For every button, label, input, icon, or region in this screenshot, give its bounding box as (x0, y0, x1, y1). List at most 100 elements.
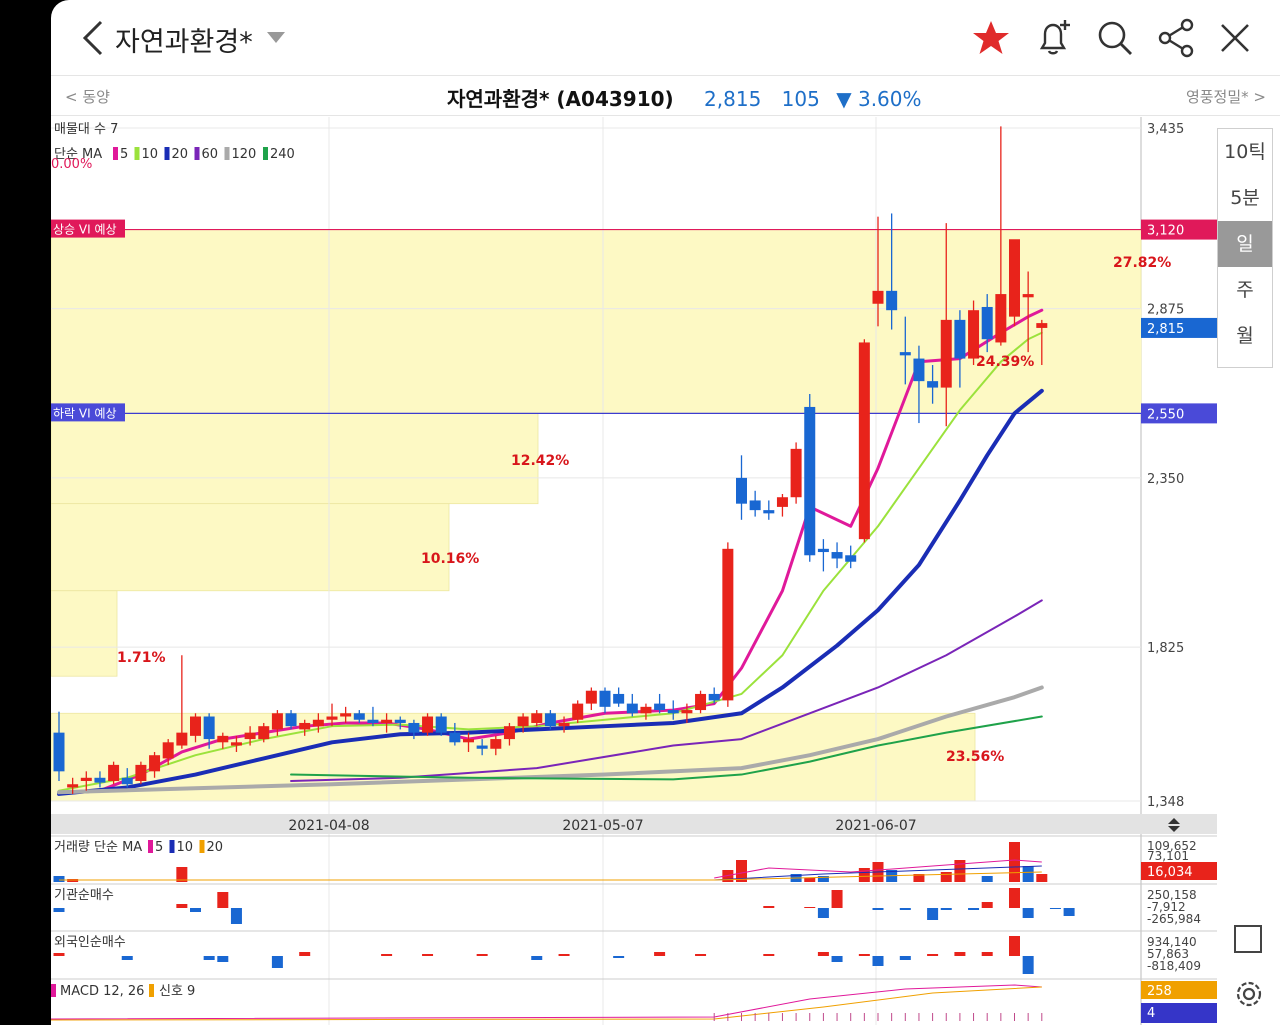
inst_panel-bar (872, 908, 884, 910)
price-axis-label: 1,825 (1147, 641, 1184, 656)
candle-body (312, 719, 324, 727)
candle-body (162, 742, 174, 759)
inst_panel-bar (1022, 908, 1034, 918)
foreign_panel-label: 외국인순매수 (54, 935, 126, 950)
foreign_panel-bar (872, 956, 884, 966)
candle-body (476, 745, 488, 749)
candle-body (121, 777, 133, 785)
macd-value: 258 (1147, 984, 1172, 999)
price-axis-label: 3,435 (1147, 122, 1184, 137)
foreign_panel-bar (858, 954, 870, 956)
date-tick-label: 2021-05-07 (562, 818, 643, 834)
volume-profile-box (51, 412, 539, 505)
period-button-0[interactable]: 10틱 (1218, 129, 1272, 175)
candle-body (626, 703, 638, 714)
candle-body (804, 406, 816, 556)
foreign_panel-bar (558, 954, 570, 956)
ma-legend-period: 20 (172, 147, 189, 162)
search-icon[interactable] (1093, 16, 1137, 60)
upper-vi-label: 상승 VI 예상 (53, 223, 117, 237)
macd-legend-swatch (51, 984, 56, 997)
inst_panel-bar (53, 908, 65, 912)
volume-bar (53, 876, 65, 882)
volume-legend-period: 5 (155, 840, 163, 855)
volume-bar (858, 868, 870, 882)
foreign_panel-bar (203, 956, 215, 960)
price-axis-label: 2,875 (1147, 303, 1184, 318)
candle-body (681, 710, 693, 714)
volume-profile-legend: 매물대 수 7 (54, 122, 118, 137)
foreign_panel-bar (217, 956, 229, 962)
current-price-axis: 2,815 (1147, 322, 1184, 337)
inst_panel-bar (981, 902, 993, 908)
candle-body (394, 719, 406, 723)
bell-add-icon[interactable] (1031, 16, 1075, 60)
square-toggle-icon[interactable] (1234, 925, 1262, 953)
volume-profile-percent: 1.71% (117, 650, 166, 666)
period-button-4[interactable]: 월 (1218, 313, 1272, 359)
ma-legend-swatch (224, 147, 230, 160)
candle-body (94, 777, 106, 783)
change-percent: 3.60% (857, 87, 922, 111)
foreign_panel-bar (121, 956, 133, 960)
next-stock-link[interactable]: 영풍정밀* > (1186, 86, 1266, 107)
candle-body (790, 448, 802, 498)
stock-title[interactable]: 자연과환경* (115, 20, 253, 59)
zero-percent-label: 0.00% (51, 157, 92, 172)
volume-legend-period: 10 (177, 840, 194, 855)
gear-icon[interactable] (1231, 976, 1267, 1012)
volume-profile-percent: 23.56% (946, 749, 1004, 765)
period-button-2[interactable]: 일 (1218, 221, 1272, 267)
ma-legend-period: 240 (270, 147, 295, 162)
stock-chart[interactable]: 3,435 2,875 2,350 1,825 1,348 3,120 2,550 2,815… (51, 117, 1280, 1025)
inst_panel-bar (968, 908, 980, 910)
period-selector: 10틱 5분 일 주 월 (1217, 128, 1273, 368)
candle-body (1036, 323, 1048, 328)
candle-body (708, 693, 720, 701)
upper-vi-price: 3,120 (1147, 224, 1184, 239)
stock-summary: 자연과환경* (A043910) 2,815 105 ▼ 3.60% (447, 83, 922, 112)
candle-body (80, 777, 92, 782)
back-icon[interactable] (75, 18, 115, 58)
candle-body (763, 510, 775, 514)
prev-stock-link[interactable]: < 동양 (65, 86, 110, 107)
candle-body (53, 732, 65, 772)
foreign_panel-bar (271, 956, 283, 968)
period-button-3[interactable]: 주 (1218, 267, 1272, 313)
volume-bar (981, 876, 993, 882)
inst_panel-bar (230, 908, 242, 924)
candle-body (749, 500, 761, 511)
share-icon[interactable] (1155, 16, 1199, 60)
foreign_panel-bar (817, 952, 829, 956)
candle-body (135, 764, 147, 782)
inst_panel-label: 기관순매수 (54, 888, 114, 903)
foreign_panel-bar (53, 953, 65, 956)
inst_panel-bar (940, 908, 952, 910)
macd-line (51, 984, 1042, 1020)
candle-body (695, 693, 707, 711)
inst_panel-bar (217, 892, 229, 908)
close-icon[interactable] (1213, 16, 1257, 60)
ma-legend-period: 60 (202, 147, 219, 162)
price-axis-label: 1,348 (1147, 795, 1184, 810)
ma-legend-swatch (113, 147, 118, 160)
dropdown-icon[interactable] (267, 32, 285, 43)
candle-body (544, 713, 556, 727)
star-icon[interactable] (969, 16, 1013, 60)
foreign_panel-bar (954, 952, 966, 956)
volume-bar (1036, 874, 1048, 882)
volume-profile-percent: 12.42% (511, 453, 569, 469)
volume-legend-period: 20 (207, 840, 224, 855)
candle-body (872, 290, 884, 304)
candle-body (599, 690, 611, 707)
candle-body (927, 381, 939, 388)
foreign_panel-bar (763, 954, 775, 956)
period-button-1[interactable]: 5분 (1218, 175, 1272, 221)
foreign_panel-bar (422, 954, 434, 956)
ma-legend-period: 5 (120, 147, 128, 162)
candle-body (572, 703, 584, 720)
foreign_panel-bar (831, 956, 843, 962)
down-arrow-icon: ▼ (836, 87, 852, 111)
candle-body (858, 342, 870, 540)
volume-profile-box (51, 503, 450, 592)
